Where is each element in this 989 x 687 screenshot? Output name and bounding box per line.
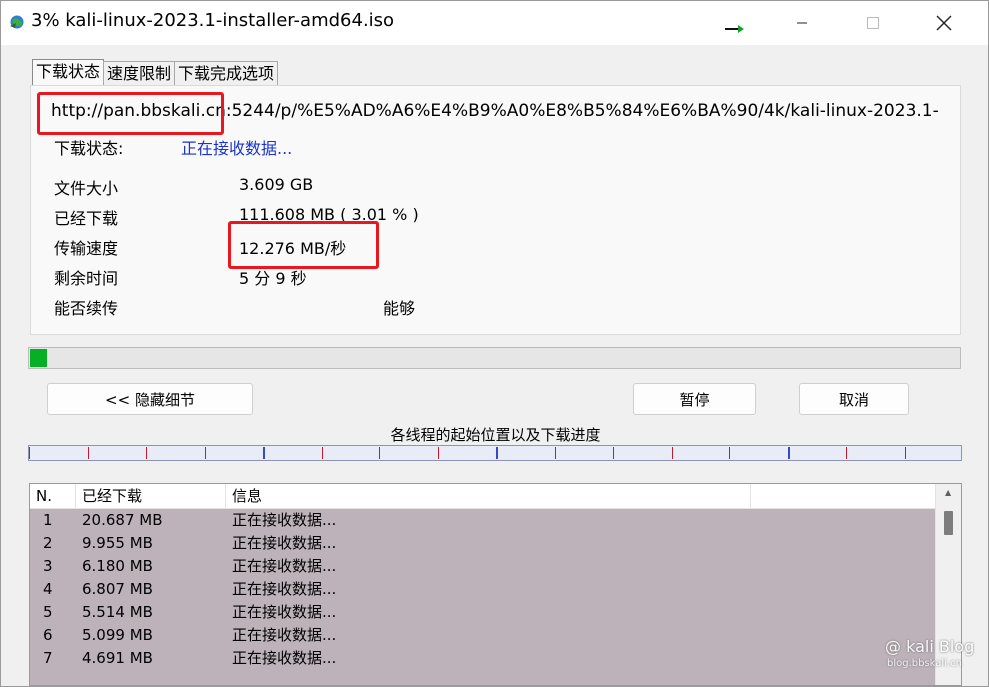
close-icon bbox=[936, 15, 952, 31]
thread-marker bbox=[672, 447, 673, 459]
cancel-button[interactable]: 取消 bbox=[799, 383, 909, 415]
thread-marker bbox=[205, 447, 206, 459]
table-row[interactable]: 7 4.691 MB 正在接收数据... bbox=[30, 647, 935, 670]
row-downloaded: 6.807 MB bbox=[82, 580, 153, 598]
row-number: 3 bbox=[43, 557, 53, 575]
resume-label: 能否续传 bbox=[54, 299, 119, 318]
thread-marker bbox=[496, 447, 498, 459]
maximize-button[interactable] bbox=[850, 1, 896, 45]
minimize-icon bbox=[797, 22, 807, 24]
pause-button[interactable]: 暂停 bbox=[633, 383, 756, 415]
table-row[interactable]: 4 6.807 MB 正在接收数据... bbox=[30, 578, 935, 601]
row-downloaded: 9.955 MB bbox=[82, 534, 153, 552]
list-header: N. 已经下载 信息 bbox=[30, 484, 935, 509]
watermark-subtext: blog.bbskali.cn bbox=[887, 658, 962, 669]
row-info: 正在接收数据... bbox=[232, 626, 337, 644]
row-number: 5 bbox=[43, 603, 53, 621]
row-info: 正在接收数据... bbox=[232, 603, 337, 621]
threads-position-bar bbox=[28, 445, 962, 461]
tab-download-status[interactable]: 下载状态 bbox=[32, 59, 105, 86]
file-size-label: 文件大小 bbox=[54, 179, 119, 198]
minimize-button[interactable] bbox=[779, 1, 825, 45]
thread-marker bbox=[788, 447, 790, 459]
download-status-value: 正在接收数据... bbox=[181, 139, 293, 158]
app-globe-icon bbox=[10, 15, 24, 29]
title-bar[interactable]: 3% kali-linux-2023.1-installer-amd64.iso bbox=[1, 1, 988, 45]
table-row[interactable]: 6 5.099 MB 正在接收数据... bbox=[30, 624, 935, 647]
close-button[interactable] bbox=[921, 1, 967, 45]
file-size-value: 3.609 GB bbox=[239, 175, 314, 194]
watermark-text: @ kali Blog bbox=[885, 637, 975, 656]
download-status-label: 下载状态: bbox=[54, 139, 124, 158]
time-left-label: 剩余时间 bbox=[54, 269, 119, 288]
hide-details-button[interactable]: << 隐藏细节 bbox=[47, 383, 253, 415]
column-header-extra[interactable] bbox=[751, 484, 935, 508]
maximize-icon bbox=[867, 17, 879, 29]
arrow-right-icon bbox=[725, 25, 744, 33]
row-number: 2 bbox=[43, 534, 53, 552]
row-info: 正在接收数据... bbox=[232, 511, 337, 529]
thread-marker bbox=[729, 447, 730, 459]
row-number: 7 bbox=[43, 649, 53, 667]
threads-caption: 各线程的起始位置以及下载进度 bbox=[390, 426, 601, 444]
downloaded-label: 已经下载 bbox=[54, 209, 119, 228]
download-progress-bar bbox=[28, 347, 961, 369]
tab-strip: 下载状态 速度限制 下载完成选项 bbox=[32, 59, 279, 86]
row-number: 4 bbox=[43, 580, 53, 598]
column-header-info[interactable]: 信息 bbox=[226, 484, 751, 508]
scroll-thumb[interactable] bbox=[944, 511, 953, 535]
tab-completion-options[interactable]: 下载完成选项 bbox=[174, 61, 279, 85]
speed-label: 传输速度 bbox=[54, 239, 119, 258]
list-body: 1 20.687 MB 正在接收数据... 2 9.955 MB 正在接收数据... 3 6.… bbox=[30, 509, 935, 685]
thread-marker bbox=[438, 447, 439, 459]
thread-marker bbox=[905, 447, 906, 459]
downloader-window: 3% kali-linux-2023.1-installer-amd64.iso… bbox=[0, 0, 989, 687]
thread-marker bbox=[379, 447, 380, 459]
column-header-n[interactable]: N. bbox=[30, 484, 76, 508]
tab-speed-limit[interactable]: 速度限制 bbox=[103, 61, 176, 85]
highlight-box-speed bbox=[228, 221, 379, 269]
row-downloaded: 6.180 MB bbox=[82, 557, 153, 575]
row-info: 正在接收数据... bbox=[232, 580, 337, 598]
thread-marker bbox=[263, 447, 265, 459]
table-row[interactable]: 1 20.687 MB 正在接收数据... bbox=[30, 509, 935, 532]
row-info: 正在接收数据... bbox=[232, 649, 337, 667]
thread-marker bbox=[88, 447, 89, 459]
progress-fill bbox=[30, 349, 47, 367]
thread-marker bbox=[613, 447, 614, 459]
row-downloaded: 20.687 MB bbox=[82, 511, 163, 529]
row-number: 6 bbox=[43, 626, 53, 644]
table-row[interactable]: 2 9.955 MB 正在接收数据... bbox=[30, 532, 935, 555]
time-left-value: 5 分 9 秒 bbox=[239, 269, 307, 288]
resume-value: 能够 bbox=[383, 299, 416, 318]
thread-marker bbox=[555, 447, 556, 459]
row-number: 1 bbox=[43, 511, 53, 529]
row-downloaded: 5.099 MB bbox=[82, 626, 153, 644]
row-downloaded: 5.514 MB bbox=[82, 603, 153, 621]
thread-marker bbox=[146, 447, 147, 459]
row-info: 正在接收数据... bbox=[232, 534, 337, 552]
thread-marker bbox=[846, 447, 847, 459]
thread-marker bbox=[29, 447, 30, 459]
table-row[interactable]: 5 5.514 MB 正在接收数据... bbox=[30, 601, 935, 624]
scroll-up-icon[interactable]: ▲ bbox=[945, 488, 951, 497]
window-title: 3% kali-linux-2023.1-installer-amd64.iso bbox=[31, 10, 395, 31]
thread-list[interactable]: N. 已经下载 信息 1 20.687 MB 正在接收数据... 2 9.955 MB 正… bbox=[29, 483, 962, 686]
row-info: 正在接收数据... bbox=[232, 557, 337, 575]
highlight-box-url bbox=[37, 92, 224, 135]
column-header-downloaded[interactable]: 已经下载 bbox=[76, 484, 226, 508]
table-row[interactable]: 3 6.180 MB 正在接收数据... bbox=[30, 555, 935, 578]
row-downloaded: 4.691 MB bbox=[82, 649, 153, 667]
thread-marker bbox=[322, 447, 323, 459]
